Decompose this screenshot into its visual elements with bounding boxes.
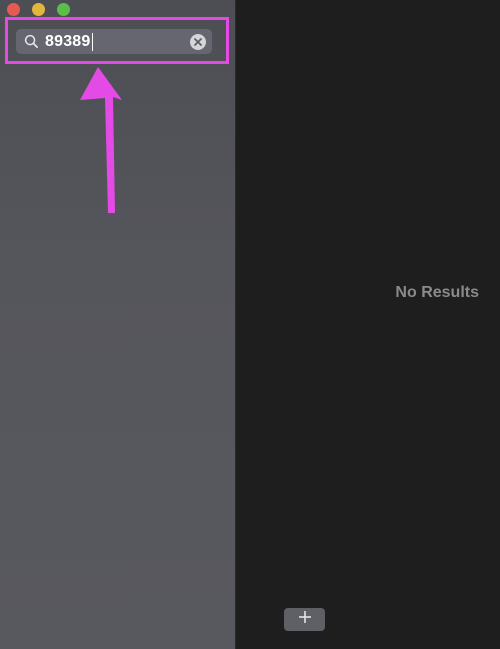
app-window: 89389 No Results: [0, 0, 500, 649]
search-icon: [23, 34, 39, 50]
main-pane: No Results: [236, 0, 500, 649]
text-cursor: [91, 32, 93, 51]
plus-icon: [298, 610, 312, 629]
minimize-window-button[interactable]: [32, 3, 45, 16]
no-results-label: No Results: [395, 284, 479, 301]
zoom-window-button[interactable]: [57, 3, 70, 16]
search-input[interactable]: 89389: [45, 33, 91, 51]
search-field[interactable]: 89389: [16, 29, 212, 54]
add-button[interactable]: [284, 608, 325, 631]
sidebar: 89389: [0, 0, 236, 649]
window-controls: [7, 3, 70, 16]
close-window-button[interactable]: [7, 3, 20, 16]
clear-search-icon[interactable]: [190, 33, 206, 50]
